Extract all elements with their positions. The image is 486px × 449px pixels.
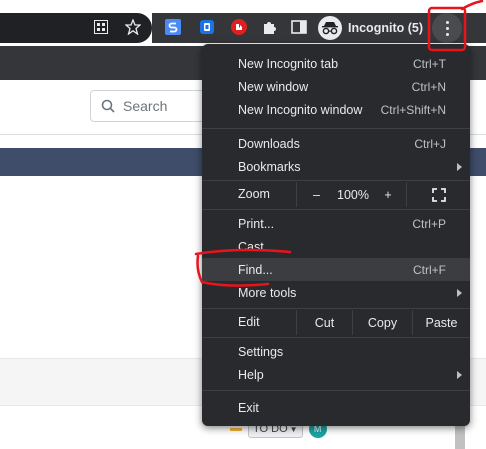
menu-item-print[interactable]: Print... Ctrl+P: [202, 212, 470, 235]
menu-item-label: Find...: [238, 262, 273, 277]
menu-item-label: Exit: [238, 400, 259, 415]
incognito-icon: [318, 16, 342, 40]
menu-item-bookmarks[interactable]: Bookmarks: [202, 155, 470, 178]
menu-item-find[interactable]: Find... Ctrl+F: [202, 258, 470, 281]
puzzle-icon[interactable]: [258, 16, 280, 38]
menu-item-shortcut: Ctrl+F: [413, 262, 446, 277]
menu-item-label: Print...: [238, 216, 275, 231]
menu-divider: [202, 337, 470, 338]
menu-item-label: New Incognito tab: [238, 56, 339, 71]
menu-item-more-tools[interactable]: More tools: [202, 281, 470, 304]
edit-label: Edit: [238, 315, 260, 329]
zoom-in-label: +: [384, 187, 392, 202]
menu-divider: [202, 180, 470, 181]
s-extension-icon[interactable]: [162, 16, 184, 38]
menu-item-label: New Incognito window: [238, 102, 363, 117]
menu-item-label: Downloads: [238, 136, 300, 151]
zoom-value: 100%: [337, 187, 369, 202]
submenu-arrow-icon: [457, 162, 462, 171]
paste-label: Paste: [425, 315, 458, 330]
zoom-level: 100%: [336, 182, 370, 207]
priority-indicator: [230, 427, 242, 431]
menu-item-label: More tools: [238, 285, 297, 300]
blue-extension-icon[interactable]: [196, 16, 218, 38]
menu-item-shortcut: Ctrl+Shift+N: [380, 102, 446, 117]
cut-button[interactable]: Cut: [296, 310, 352, 335]
zoom-label: Zoom: [238, 187, 270, 201]
sidebar-icon[interactable]: [288, 16, 310, 38]
cut-label: Cut: [314, 315, 335, 330]
extensions-grid-icon[interactable]: [90, 16, 112, 38]
fullscreen-button[interactable]: [406, 182, 470, 207]
search-icon: [101, 99, 115, 113]
menu-item-shortcut: Ctrl+P: [412, 216, 446, 231]
zoom-in-button[interactable]: +: [370, 182, 406, 207]
menu-item-new-incognito-tab[interactable]: New Incognito tab Ctrl+T: [202, 52, 470, 75]
menu-item-downloads[interactable]: Downloads Ctrl+J: [202, 132, 470, 155]
menu-divider: [202, 390, 470, 391]
menu-item-help[interactable]: Help: [202, 363, 470, 386]
browser-toolbar: Incognito (5): [0, 0, 486, 46]
zoom-out-button[interactable]: –: [296, 182, 336, 207]
edit-controls: Edit Cut Copy Paste: [202, 310, 470, 335]
search-placeholder: Search: [123, 98, 168, 114]
menu-item-label: Bookmarks: [238, 159, 301, 174]
menu-divider: [202, 308, 470, 309]
menu-item-label: New window: [238, 79, 309, 94]
submenu-arrow-icon: [457, 288, 462, 297]
incognito-profile-button[interactable]: Incognito (5): [318, 14, 426, 42]
more-vert-icon[interactable]: [432, 13, 462, 43]
menu-item-cast[interactable]: Cast...: [202, 235, 470, 258]
menu-item-shortcut: Ctrl+N: [411, 79, 446, 94]
menu-item-new-window[interactable]: New window Ctrl+N: [202, 75, 470, 98]
menu-divider: [202, 128, 470, 129]
submenu-arrow-icon: [457, 370, 462, 379]
fullscreen-icon: [431, 187, 446, 202]
menu-divider: [202, 209, 470, 210]
copy-label: Copy: [367, 315, 398, 330]
menu-item-settings[interactable]: Settings: [202, 340, 470, 363]
chrome-main-menu: New Incognito tab Ctrl+T New window Ctrl…: [202, 44, 470, 426]
zoom-controls: Zoom – 100% +: [202, 182, 470, 207]
red-shield-icon[interactable]: [228, 16, 250, 38]
zoom-out-label: –: [313, 187, 320, 202]
menu-item-shortcut: Ctrl+J: [414, 136, 446, 151]
menu-item-exit[interactable]: Exit: [202, 396, 470, 419]
copy-button[interactable]: Copy: [352, 310, 412, 335]
menu-item-new-incognito-window[interactable]: New Incognito window Ctrl+Shift+N: [202, 98, 470, 121]
menu-item-label: Cast...: [238, 239, 275, 254]
menu-item-label: Settings: [238, 344, 284, 359]
paste-button[interactable]: Paste: [412, 310, 470, 335]
incognito-label: Incognito (5): [348, 21, 423, 35]
menu-item-label: Help: [238, 367, 264, 382]
star-icon[interactable]: [122, 16, 144, 38]
menu-item-shortcut: Ctrl+T: [413, 56, 446, 71]
